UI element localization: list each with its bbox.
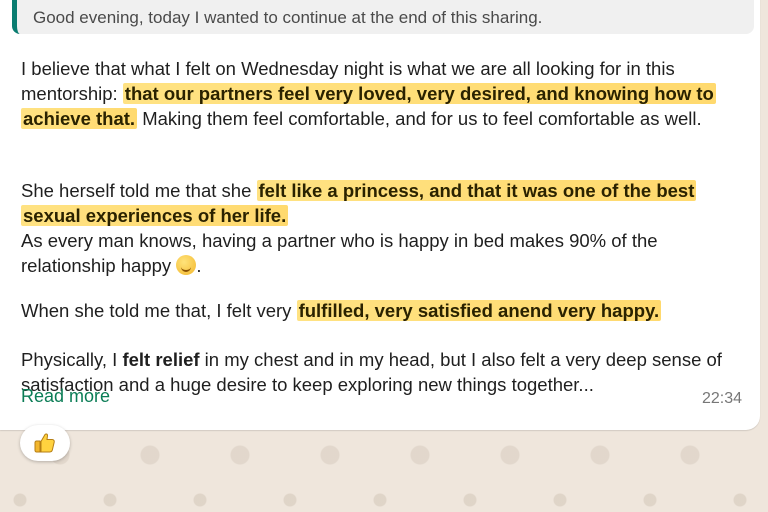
message-bubble[interactable]: Good evening, today I wanted to continue… [0, 0, 760, 430]
highlight-3: fulfilled, very satisfied anend very hap… [296, 300, 662, 321]
paragraph-4-bold: felt relief [122, 349, 200, 370]
paragraph-2-text-b: As every man knows, having a partner who… [21, 230, 658, 276]
message-paragraph-2a: She herself told me that she felt like a… [21, 178, 746, 228]
thumbs-up-icon [34, 433, 55, 453]
quoted-message-text: Good evening, today I wanted to continue… [33, 8, 543, 27]
message-timestamp: 22:34 [701, 390, 742, 407]
paragraph-4-text-a: Physically, I [21, 349, 123, 370]
quoted-message[interactable]: Good evening, today I wanted to continue… [12, 0, 754, 34]
paragraph-3-text-a: When she told me that, I felt very [21, 300, 297, 321]
read-more-link[interactable]: Read more [21, 385, 110, 407]
paragraph-1-text-b: Making them feel comfortable, and for us… [137, 108, 702, 129]
message-paragraph-2b: As every man knows, having a partner who… [21, 228, 746, 278]
message-paragraph-4: Physically, I felt relief in my chest an… [21, 347, 746, 397]
paragraph-2-text-a: She herself told me that she [21, 180, 257, 201]
paragraph-2-text-c: . [196, 255, 202, 276]
reaction-badge[interactable] [20, 425, 70, 461]
message-paragraph-1: I believe that what I felt on Wednesday … [21, 56, 746, 131]
message-paragraph-3: When she told me that, I felt very fulfi… [21, 298, 746, 323]
grinning-sweat-emoji-icon [176, 255, 197, 275]
